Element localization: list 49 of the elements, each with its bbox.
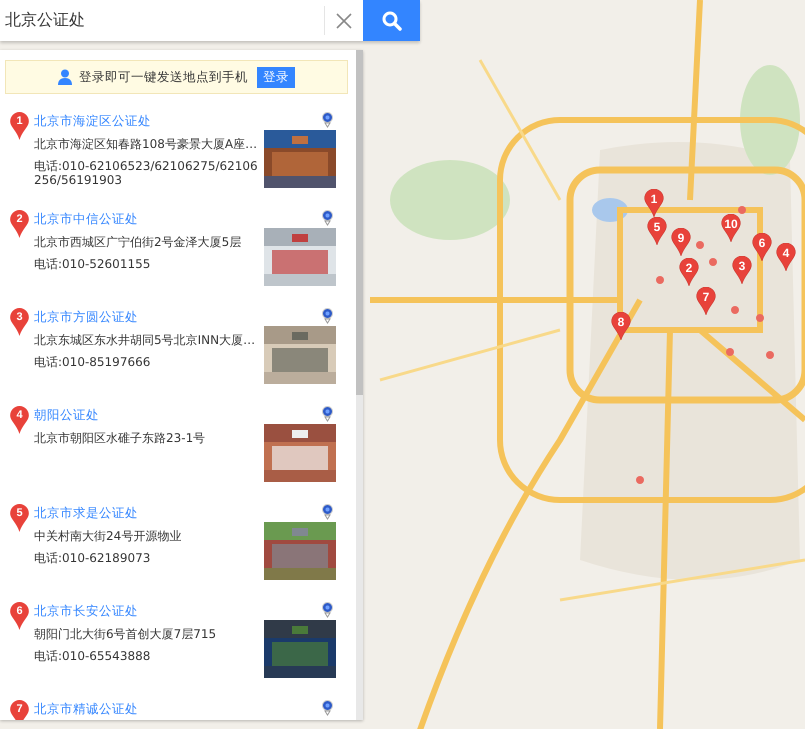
marker-number: 4 [15,409,24,421]
map-marker[interactable]: 5 [647,217,667,245]
result-title[interactable]: 北京市海淀区公证处 [34,112,260,130]
login-button[interactable]: 登录 [257,66,295,88]
result-title[interactable]: 北京市精诚公证处 [34,700,260,718]
scrollbar[interactable] [356,50,363,720]
result-address: 北京市西城区广宁伯街2号金泽大厦5层 [34,234,242,250]
search-button[interactable] [363,0,420,41]
search-icon [382,10,402,30]
location-icon[interactable] [322,504,333,520]
location-icon[interactable] [322,602,333,618]
map-marker[interactable]: 9 [671,228,691,256]
result-address: 中关村南大街24号开源物业 [34,528,182,544]
map-marker[interactable]: 4 [776,243,796,271]
map-marker[interactable]: 8 [611,312,631,340]
map-marker[interactable]: 3 [732,256,752,284]
result-title[interactable]: 北京市方圆公证处 [34,308,260,326]
location-icon[interactable] [322,406,333,422]
marker-number: 2 [15,213,24,225]
result-title[interactable]: 北京市中信公证处 [34,210,260,228]
result-address: 北京东城区东水井胡同5号北京INN大厦… [34,332,256,348]
result-phone: 电话:010-52601155 [34,257,152,271]
result-title[interactable]: 北京市求是公证处 [34,504,260,522]
login-prompt: 登录即可一键发送地点到手机 [79,68,248,86]
location-icon[interactable] [322,308,333,324]
marker-number: 7 [15,703,24,715]
result-phone: 电话:010-85197666 [34,355,152,369]
map-marker[interactable]: 1 [644,189,664,217]
location-icon[interactable] [322,700,333,716]
result-title[interactable]: 北京市长安公证处 [34,602,260,620]
marker-number: 5 [15,507,24,519]
result-address: 北京市海淀区知春路108号豪景大厦A座… [34,136,258,152]
result-phone: 电话:010-65543888 [34,649,152,663]
marker-number: 6 [15,605,24,617]
marker-number: 1 [15,115,24,127]
map-marker[interactable]: 10 [721,214,741,242]
map-marker[interactable]: 2 [679,258,699,286]
result-phone: 电话:010-62106523/62106275/62106256/56191903 [34,159,259,187]
result-phone: 电话:010-62189073 [34,551,152,565]
result-title[interactable]: 朝阳公证处 [34,406,260,424]
location-icon[interactable] [322,210,333,226]
person-icon [58,69,72,85]
close-icon[interactable] [336,12,352,28]
result-address: 北京市朝阳区水碓子东路23-1号 [34,430,206,446]
location-icon[interactable] [322,112,333,128]
map-marker[interactable]: 6 [752,233,772,261]
marker-number: 3 [15,311,24,323]
map-marker[interactable]: 7 [696,287,716,315]
result-address: 朝阳门北大街6号首创大厦7层715 [34,626,218,642]
